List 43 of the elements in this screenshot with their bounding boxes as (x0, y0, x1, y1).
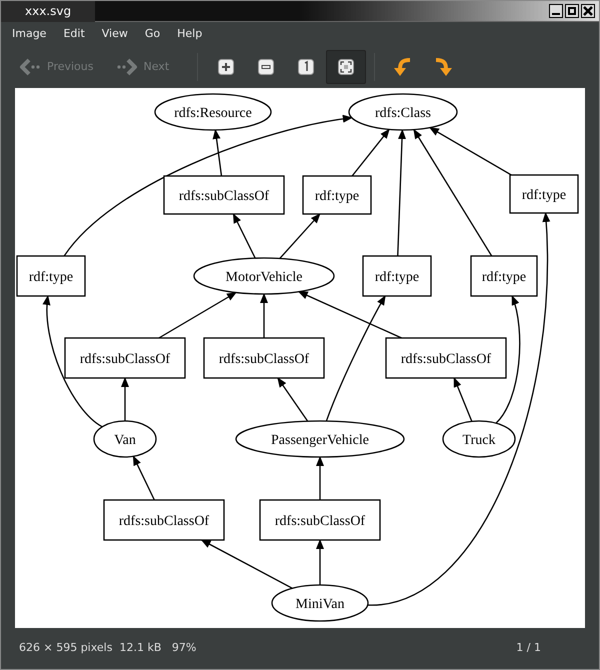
menu-item[interactable]: Image (5, 22, 54, 46)
arrow (277, 377, 308, 422)
right-arrow-icon (116, 58, 138, 76)
minimize-button[interactable] (549, 4, 563, 18)
menu-item[interactable]: View (94, 22, 135, 46)
property-node: rdfs:subClassOf (385, 337, 507, 379)
window-title: xxx.svg (1, 0, 96, 22)
left-arrow-icon (19, 58, 41, 76)
arrow (316, 456, 324, 500)
property-node: rdf:type (470, 255, 538, 297)
property-node: rdfs:subClassOf (103, 499, 225, 541)
close-button[interactable] (581, 4, 595, 18)
class-node: MiniVan (271, 584, 369, 622)
class-node: PassengerVehicle (235, 420, 405, 458)
menu-item[interactable]: Help (170, 22, 210, 46)
arrow (260, 293, 268, 338)
zoom-in-icon (218, 59, 234, 75)
fit-icon (338, 59, 354, 75)
one-to-one-icon (298, 59, 314, 75)
property-node: rdf:type (509, 174, 579, 214)
menu-item[interactable]: Go (138, 22, 168, 46)
rotate-right-icon (433, 56, 454, 78)
fit-button[interactable] (326, 50, 366, 84)
menu-item[interactable]: Edit (56, 22, 92, 46)
class-node: Truck (442, 420, 516, 458)
arrow (132, 455, 155, 500)
image-info: 626 × 595 pixels 12.1 kB 97% (19, 640, 196, 656)
property-node: rdf:type (302, 175, 372, 215)
arrow (316, 539, 324, 585)
property-node: rdf:type (362, 255, 432, 297)
property-node: rdfs:subClassOf (163, 175, 285, 215)
zoom-out-icon (258, 59, 274, 75)
maximize-button[interactable] (565, 4, 579, 18)
page-counter: 1 / 1 (516, 640, 541, 656)
property-node: rdfs:subClassOf (64, 337, 186, 379)
arrow (121, 377, 129, 421)
property-node: rdfs:subClassOf (259, 499, 381, 541)
class-node: Van (93, 420, 157, 458)
property-node: rdfs:subClassOf (203, 337, 325, 379)
class-node: rdfs:Class (348, 93, 458, 131)
class-node: rdfs:Resource (154, 93, 272, 131)
class-node: MotorVehicle (193, 257, 335, 295)
property-node: rdf:type (16, 255, 86, 297)
